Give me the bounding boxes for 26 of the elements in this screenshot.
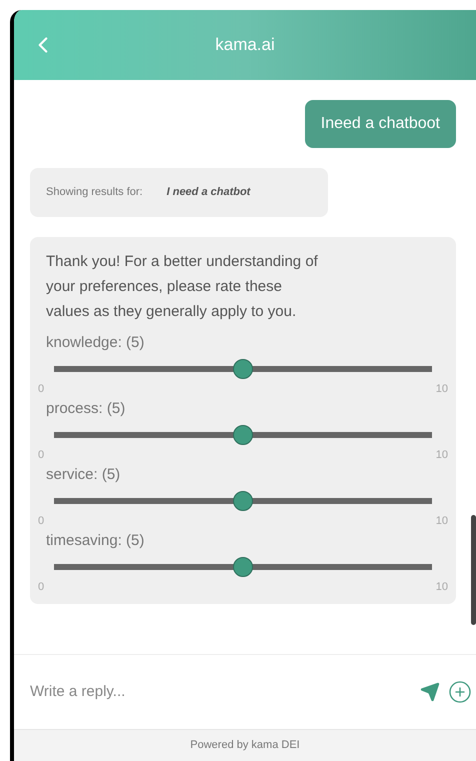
- slider-thumb[interactable]: [233, 491, 253, 511]
- results-label: Showing results for:: [46, 185, 143, 200]
- rating-intro: Thank you! For a better understanding of your preferences, please rate these values as they generally apply to you.: [46, 252, 319, 322]
- slider-label: process: (5): [46, 398, 126, 418]
- user-message-bubble: Ineed a chatboot: [304, 100, 456, 148]
- results-query: I need a chatbot: [166, 185, 250, 200]
- slider-max-label: 10: [436, 382, 448, 397]
- slider-label: timesaving: (5): [46, 530, 144, 550]
- slider-label: service: (5): [46, 464, 120, 484]
- slider-thumb[interactable]: [233, 359, 253, 379]
- slider-max-label: 10: [436, 514, 448, 529]
- send-icon[interactable]: [420, 682, 440, 702]
- slider-min-label: 0: [38, 580, 44, 595]
- powered-by-text: Powered by kama DEI: [190, 738, 300, 754]
- slider-thumb[interactable]: [233, 425, 253, 445]
- slider-min-label: 0: [38, 382, 44, 397]
- slider-max-label: 10: [436, 448, 448, 463]
- reply-input[interactable]: Write a reply...: [30, 680, 412, 704]
- slider-thumb[interactable]: [233, 557, 253, 577]
- add-icon[interactable]: [448, 680, 472, 704]
- slider-max-label: 10: [436, 580, 448, 595]
- slider-min-label: 0: [38, 448, 44, 463]
- scrollbar-thumb[interactable]: [471, 515, 476, 625]
- slider-label: knowledge: (5): [46, 332, 144, 352]
- slider-min-label: 0: [38, 514, 44, 529]
- chat-title: kama.ai: [214, 34, 276, 56]
